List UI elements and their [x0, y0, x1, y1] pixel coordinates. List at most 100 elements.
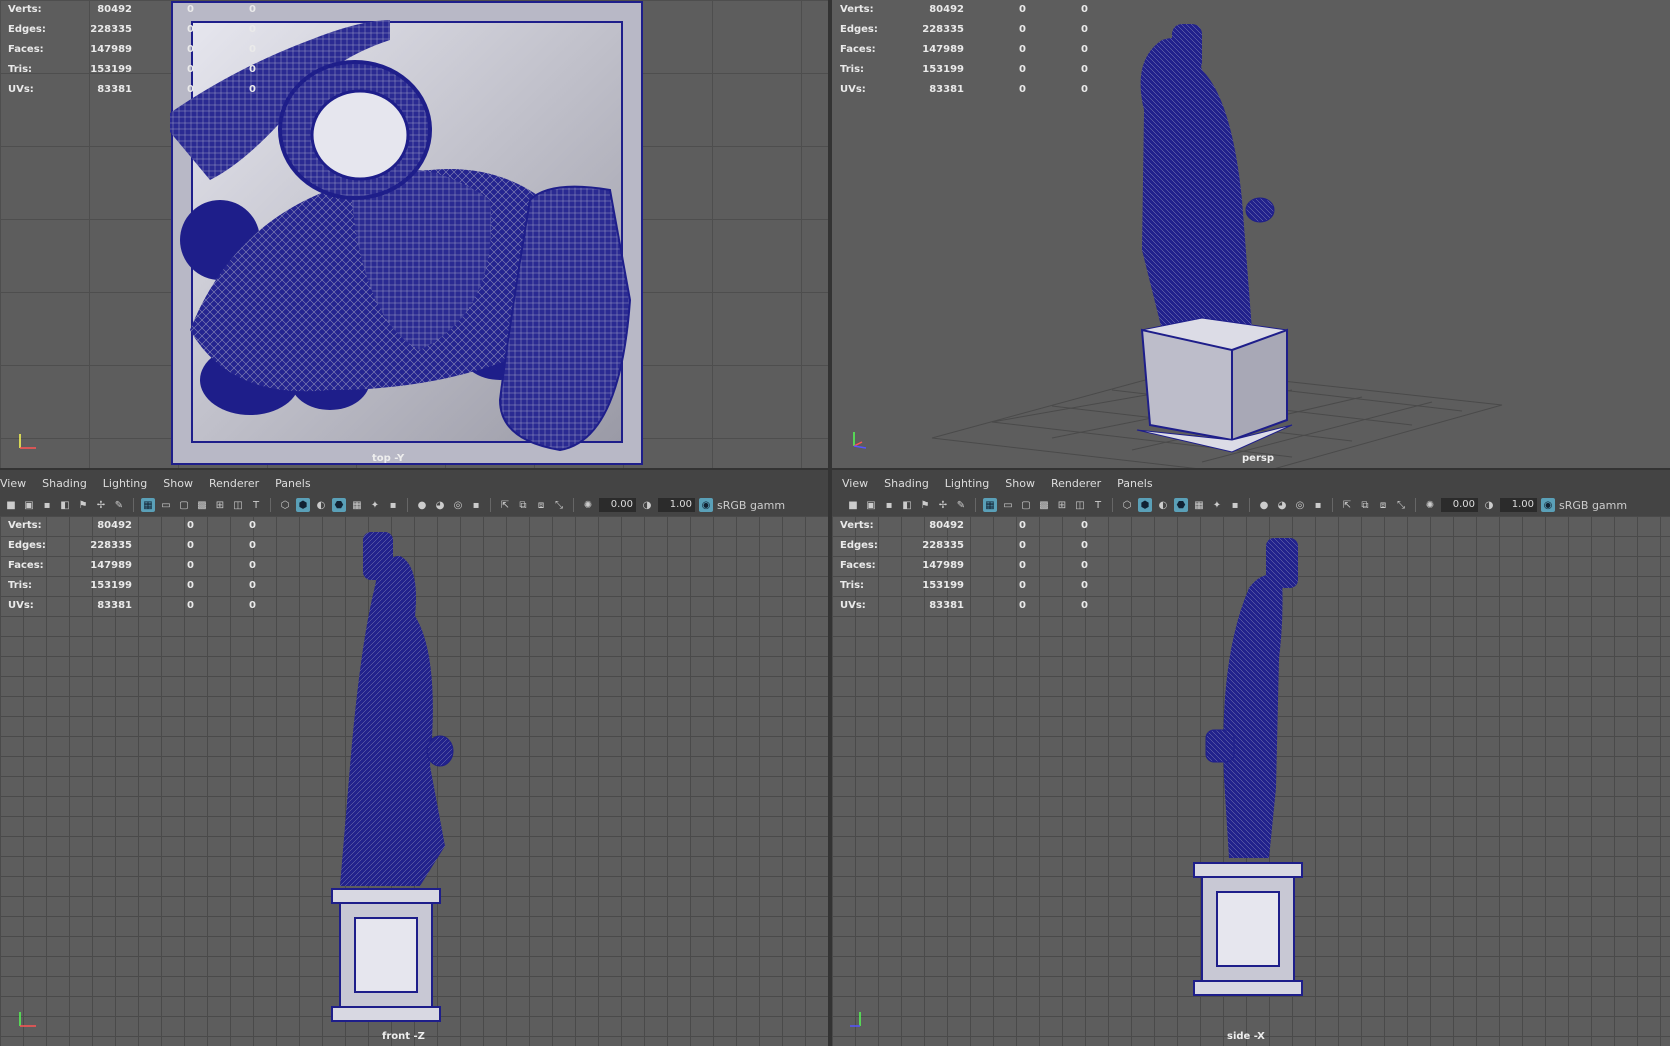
lights-icon[interactable]: ✦ — [368, 498, 382, 512]
menu-shading[interactable]: Shading — [884, 474, 929, 494]
lights-icon[interactable]: ✦ — [1210, 498, 1224, 512]
brush-icon[interactable]: ✎ — [112, 498, 126, 512]
ao-icon[interactable]: ● — [415, 498, 429, 512]
shadows-icon[interactable]: ▪ — [386, 498, 400, 512]
gamma-icon[interactable]: ◑ — [640, 498, 654, 512]
field-chart-icon[interactable]: ⊞ — [213, 498, 227, 512]
safe-title-icon[interactable]: T — [1091, 498, 1105, 512]
ao-icon[interactable]: ● — [1257, 498, 1271, 512]
aa-icon[interactable]: ◎ — [451, 498, 465, 512]
menu-view[interactable]: View — [0, 474, 26, 494]
menu-view[interactable]: View — [842, 474, 868, 494]
color-management-icon[interactable]: ◉ — [699, 498, 713, 512]
xray-icon[interactable]: ⧉ — [516, 498, 530, 512]
wireframe-icon[interactable]: ⬡ — [1120, 498, 1134, 512]
default-material-icon[interactable]: ◐ — [314, 498, 328, 512]
safe-action-icon[interactable]: ◫ — [1073, 498, 1087, 512]
grid-icon[interactable]: ▦ — [141, 498, 155, 512]
menu-lighting[interactable]: Lighting — [945, 474, 989, 494]
viewport-side[interactable]: Verts: 80492 0 0 Edges: 228335 0 0 Faces: 14798… — [832, 516, 1670, 1046]
panel-toolbar-front: ■ ▣ ▪ ◧ ⚑ ✢ ✎ ▦ ▭ ▢ ▩ ⊞ ◫ T ⬡ ⬢ ◐ ⬣ ▦ ✦ ▪ ● ◕ ◎ ▪ ⇱ ⧉ ⧈ ⤡ ✺ 0.00… — [4, 494, 828, 516]
aa-icon[interactable]: ◎ — [1293, 498, 1307, 512]
menu-panels[interactable]: Panels — [1117, 474, 1152, 494]
camera-attr-icon[interactable]: ▣ — [864, 498, 878, 512]
menu-shading[interactable]: Shading — [42, 474, 87, 494]
gate-mask-icon[interactable]: ▩ — [1037, 498, 1051, 512]
hud-stats: Verts: 80492 0 0 Edges: 228335 0 0 Faces: 14798… — [8, 520, 256, 611]
safe-action-icon[interactable]: ◫ — [231, 498, 245, 512]
camera-icon[interactable]: ■ — [4, 498, 18, 512]
hud-stats: Verts: 80492 0 0 Edges: 228335 0 0 Faces: 14798… — [8, 4, 256, 95]
exposure-field[interactable]: 0.00 — [599, 498, 636, 512]
bookmark-icon[interactable]: ▪ — [40, 498, 54, 512]
exposure-field[interactable]: 0.00 — [1441, 498, 1478, 512]
smooth-shade-icon[interactable]: ⬢ — [296, 498, 310, 512]
panel-toolbar-side: ■ ▣ ▪ ◧ ⚑ ✢ ✎ ▦ ▭ ▢ ▩ ⊞ ◫ T ⬡ ⬢ ◐ ⬣ ▦ ✦ ▪ ● ◕ ◎ ▪ ⇱ ⧉ ⧈ ⤡ ✺ 0.00… — [846, 494, 1670, 516]
textured-icon[interactable]: ▦ — [350, 498, 364, 512]
pan-icon[interactable]: ✢ — [94, 498, 108, 512]
menu-panels[interactable]: Panels — [275, 474, 310, 494]
default-material-icon[interactable]: ◐ — [1156, 498, 1170, 512]
brush-icon[interactable]: ✎ — [954, 498, 968, 512]
color-management-icon[interactable]: ◉ — [1541, 498, 1555, 512]
safe-title-icon[interactable]: T — [249, 498, 263, 512]
pan-icon[interactable]: ✢ — [936, 498, 950, 512]
resolution-gate-icon[interactable]: ▢ — [1019, 498, 1033, 512]
pin-icon[interactable]: ⚑ — [918, 498, 932, 512]
viewport-top[interactable]: Verts: 80492 0 0 Edges: 228335 0 0 Faces: 14798… — [0, 0, 828, 468]
motion-blur-icon[interactable]: ◕ — [1275, 498, 1289, 512]
colorspace-label[interactable]: sRGB gamm — [1559, 499, 1627, 512]
menu-show[interactable]: Show — [163, 474, 193, 494]
motion-blur-icon[interactable]: ◕ — [433, 498, 447, 512]
gamma-field[interactable]: 1.00 — [658, 498, 695, 512]
viewport-persp[interactable]: Verts: 80492 0 0 Edges: 228335 0 0 Faces: 14798… — [832, 0, 1670, 468]
isolate-icon[interactable]: ⇱ — [1340, 498, 1354, 512]
axis-gizmo — [19, 1012, 36, 1027]
gamma-field[interactable]: 1.00 — [1500, 498, 1537, 512]
xray-joints-icon[interactable]: ⧈ — [1376, 498, 1390, 512]
axis-gizmo — [850, 1012, 861, 1027]
dof-icon[interactable]: ▪ — [1311, 498, 1325, 512]
camera-attr-icon[interactable]: ▣ — [22, 498, 36, 512]
smooth-shade-icon[interactable]: ⬢ — [1138, 498, 1152, 512]
gate-mask-icon[interactable]: ▩ — [195, 498, 209, 512]
panel-menubar-side: View Shading Lighting Show Renderer Pane… — [842, 474, 1670, 494]
bookmark-icon[interactable]: ▪ — [882, 498, 896, 512]
panel-label-top: top -Y — [372, 453, 405, 464]
colorspace-label[interactable]: sRGB gamm — [717, 499, 785, 512]
film-gate-icon[interactable]: ▭ — [1001, 498, 1015, 512]
field-chart-icon[interactable]: ⊞ — [1055, 498, 1069, 512]
shadows-icon[interactable]: ▪ — [1228, 498, 1242, 512]
menu-lighting[interactable]: Lighting — [103, 474, 147, 494]
panel-menubar-front: View Shading Lighting Show Renderer Pane… — [0, 474, 828, 494]
textured-icon[interactable]: ▦ — [1192, 498, 1206, 512]
xray-joints-icon[interactable]: ⧈ — [534, 498, 548, 512]
axis-gizmo — [19, 434, 36, 449]
xray-active-icon[interactable]: ⤡ — [552, 498, 566, 512]
xray-icon[interactable]: ⧉ — [1358, 498, 1372, 512]
isolate-icon[interactable]: ⇱ — [498, 498, 512, 512]
image-plane-icon[interactable]: ◧ — [900, 498, 914, 512]
grid-icon[interactable]: ▦ — [983, 498, 997, 512]
statue-front-view — [331, 532, 454, 1022]
image-plane-icon[interactable]: ◧ — [58, 498, 72, 512]
resolution-gate-icon[interactable]: ▢ — [177, 498, 191, 512]
wireframe-on-shaded-icon[interactable]: ⬣ — [1174, 498, 1188, 512]
pane-divider-horizontal[interactable] — [0, 468, 1670, 470]
dof-icon[interactable]: ▪ — [469, 498, 483, 512]
film-gate-icon[interactable]: ▭ — [159, 498, 173, 512]
wireframe-icon[interactable]: ⬡ — [278, 498, 292, 512]
viewport-front[interactable]: Verts: 80492 0 0 Edges: 228335 0 0 Faces: 14798… — [0, 516, 828, 1046]
axis-gizmo — [853, 432, 867, 449]
exposure-icon[interactable]: ✺ — [581, 498, 595, 512]
camera-icon[interactable]: ■ — [846, 498, 860, 512]
menu-renderer[interactable]: Renderer — [1051, 474, 1101, 494]
wireframe-on-shaded-icon[interactable]: ⬣ — [332, 498, 346, 512]
gamma-icon[interactable]: ◑ — [1482, 498, 1496, 512]
menu-renderer[interactable]: Renderer — [209, 474, 259, 494]
pin-icon[interactable]: ⚑ — [76, 498, 90, 512]
exposure-icon[interactable]: ✺ — [1423, 498, 1437, 512]
panel-label-side: side -X — [1227, 1031, 1265, 1042]
xray-active-icon[interactable]: ⤡ — [1394, 498, 1408, 512]
menu-show[interactable]: Show — [1005, 474, 1035, 494]
